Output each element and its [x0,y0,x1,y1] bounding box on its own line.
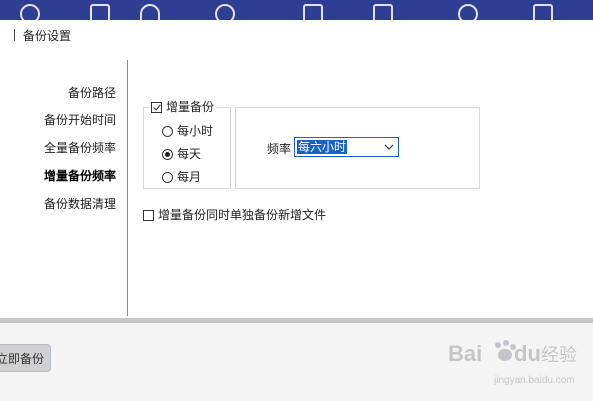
radio-hourly[interactable]: 每小时 [162,122,213,139]
backup-now-button[interactable]: 立即备份 [0,344,51,372]
watermark-brand: Bai [448,341,482,366]
watermark-url: jingyan.baidu.com [493,375,575,386]
section-title: 备份设置 [14,27,71,44]
radio-selected-icon[interactable] [162,149,173,160]
title-marker [14,29,15,41]
frequency-selected-value: 每六小时 [297,140,348,154]
vertical-divider [127,60,128,316]
radio-hourly-label: 每小时 [177,124,214,138]
checkbox-checked-icon[interactable] [151,102,162,113]
nav-item-backup-data-cleanup[interactable]: 备份数据清理 [0,195,116,212]
toolbar-icon-8[interactable] [533,4,553,20]
radio-monthly-label: 每月 [177,170,202,184]
baidu-jingyan-watermark: Bai du 经验 jingyan.baidu.com [448,340,577,386]
radio-icon[interactable] [162,172,173,183]
nav-item-backup-start-time[interactable]: 备份开始时间 [0,111,116,128]
checkbox-unchecked-icon[interactable] [143,210,154,221]
frequency-label: 频率 [267,142,292,156]
frequency-select[interactable]: 每六小时 [294,137,399,157]
toolbar-icon-5[interactable] [303,4,323,20]
toolbar-icon-1[interactable] [20,4,40,20]
radio-icon[interactable] [162,126,173,137]
paw-icon [495,340,516,361]
nav-item-incremental-backup-frequency[interactable]: 增量备份频率 [0,167,116,184]
watermark-brand-suffix: du [514,341,541,366]
radio-daily[interactable]: 每天 [162,145,201,162]
toolbar-icon-3[interactable] [140,4,160,20]
toolbar-icon-6[interactable] [373,4,393,20]
nav-item-full-backup-frequency[interactable]: 全量备份频率 [0,139,116,156]
toolbar-icon-4[interactable] [215,4,235,20]
section-title-text: 备份设置 [23,29,72,43]
watermark-text: 经验 [541,345,577,366]
incremental-backup-label: 增量备份 [166,100,215,114]
footer-link-cut[interactable]: ▁▁▁▁ [4,393,41,401]
separate-new-files-checkbox[interactable]: 增量备份同时单独备份新增文件 [143,206,326,223]
top-toolbar [0,0,593,20]
radio-daily-label: 每天 [177,147,202,161]
nav-item-backup-path[interactable]: 备份路径 [0,84,116,101]
chevron-down-icon [384,144,394,150]
toolbar-icon-7[interactable] [458,4,478,20]
separate-new-files-label: 增量备份同时单独备份新增文件 [158,208,327,222]
incremental-backup-checkbox[interactable]: 增量备份 [149,98,218,115]
toolbar-icon-2[interactable] [90,4,110,20]
radio-monthly[interactable]: 每月 [162,168,201,185]
